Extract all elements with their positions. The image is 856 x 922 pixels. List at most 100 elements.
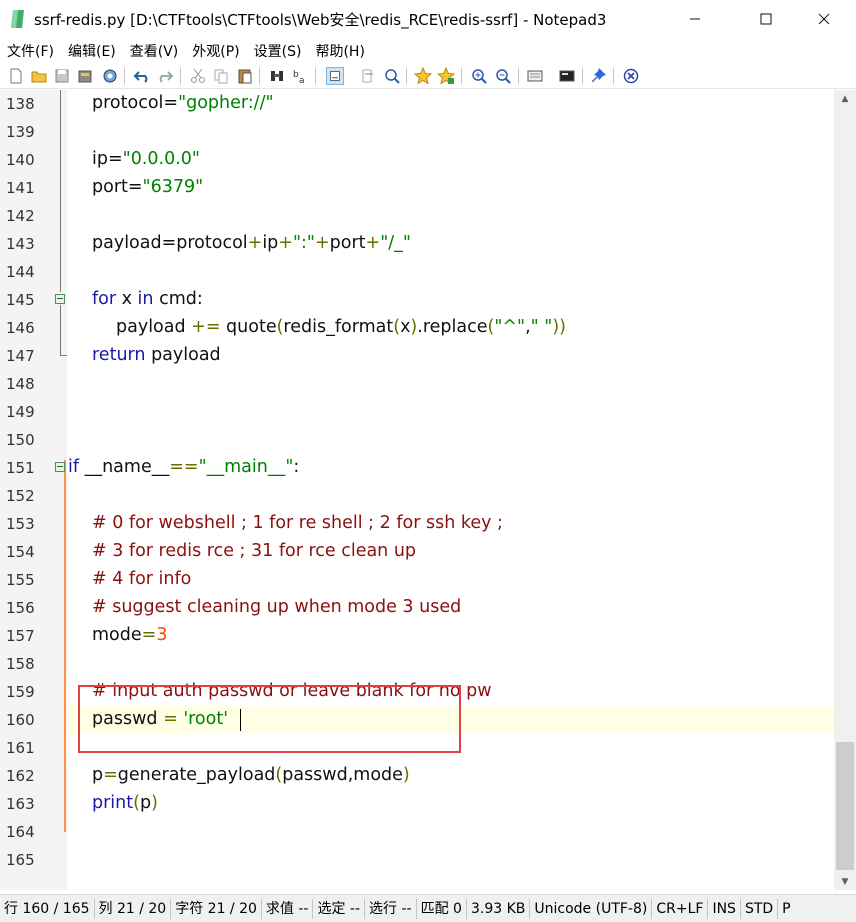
save-icon[interactable]	[53, 67, 71, 85]
menu-file[interactable]: 文件(F)	[7, 41, 54, 61]
line-number: 163	[6, 795, 35, 813]
pin-icon[interactable]	[590, 67, 608, 85]
toolbar-separator	[518, 68, 519, 84]
menu-appearance[interactable]: 外观(P)	[192, 41, 239, 61]
line-number: 160	[6, 711, 35, 729]
status-match[interactable]: 匹配 0	[417, 898, 467, 919]
line-number: 146	[6, 319, 35, 337]
status-eol[interactable]: CR+LF	[652, 898, 709, 919]
line-number: 154	[6, 543, 35, 561]
line-number: 148	[6, 375, 35, 393]
line-number: 152	[6, 487, 35, 505]
code-line-163: print(p)	[92, 793, 158, 813]
menu-settings[interactable]: 设置(S)	[254, 41, 302, 61]
line-number: 145	[6, 291, 35, 309]
status-column[interactable]: 列 21 / 20	[95, 898, 172, 919]
add-favorite-icon[interactable]	[437, 67, 455, 85]
code-line-146: payload += quote(redis_format(x).replace…	[116, 317, 566, 337]
status-eval[interactable]: 求值 --	[262, 898, 314, 919]
maximize-button[interactable]	[743, 0, 789, 38]
toolbar-separator	[406, 68, 407, 84]
toolbar-separator	[582, 68, 583, 84]
minimize-button[interactable]	[672, 0, 718, 38]
customize-schemes-icon[interactable]	[558, 67, 576, 85]
open-folder-icon[interactable]	[30, 67, 48, 85]
status-encoding[interactable]: Unicode (UTF-8)	[530, 898, 653, 919]
status-std[interactable]: STD	[741, 898, 779, 919]
notepad3-app-icon	[11, 10, 24, 28]
line-number: 150	[6, 431, 35, 449]
line-number: 140	[6, 151, 35, 169]
scrollbar-thumb[interactable]	[836, 742, 854, 870]
line-number: 157	[6, 627, 35, 645]
fold-toggle-for[interactable]	[55, 294, 65, 304]
code-line-153: # 0 for webshell ; 1 for re shell ; 2 fo…	[92, 513, 503, 533]
line-number: 144	[6, 263, 35, 281]
fold-end-marker	[60, 355, 67, 356]
undo-icon[interactable]	[133, 67, 151, 85]
view-scheme-icon[interactable]	[526, 67, 544, 85]
menu-view[interactable]: 查看(V)	[130, 41, 179, 61]
line-number: 138	[6, 95, 35, 113]
line-number: 156	[6, 599, 35, 617]
toolbar: ba	[0, 63, 856, 89]
scroll-up-arrow-icon[interactable]: ▲	[834, 90, 856, 107]
zoom-in-icon[interactable]	[470, 67, 488, 85]
toolbar-separator	[613, 68, 614, 84]
minimize-icon	[690, 18, 700, 20]
code-line-138: protocol="gopher://"	[92, 93, 274, 113]
close-icon	[818, 13, 830, 25]
menu-edit[interactable]: 编辑(E)	[68, 41, 116, 61]
toolbar-separator	[180, 68, 181, 84]
code-line-147: return payload	[92, 345, 221, 365]
copy-icon[interactable]	[212, 67, 230, 85]
status-lexer[interactable]: P	[778, 899, 794, 919]
favorite-icon[interactable]	[414, 67, 432, 85]
status-character[interactable]: 字符 21 / 20	[171, 898, 262, 919]
status-selection[interactable]: 选定 --	[313, 898, 366, 919]
code-line-143: payload=protocol+ip+":"+port+"/_"	[92, 233, 411, 253]
line-number: 164	[6, 823, 35, 841]
code-line-140: ip="0.0.0.0"	[92, 149, 200, 169]
title-bar: ssrf-redis.py [D:\CTFtools\CTFtools\Web安…	[0, 0, 856, 38]
redo-icon[interactable]	[156, 67, 174, 85]
fold-guide	[60, 305, 61, 355]
status-selected-lines[interactable]: 选行 --	[365, 898, 417, 919]
maximize-icon	[760, 13, 772, 25]
code-line-155: # 4 for info	[92, 569, 192, 589]
code-line-151: if __name__=="__main__":	[68, 457, 300, 477]
fold-guide	[60, 90, 61, 292]
zoom-find-icon[interactable]	[383, 67, 401, 85]
toolbar-separator	[124, 68, 125, 84]
line-number: 139	[6, 123, 35, 141]
replace-icon[interactable]: ba	[291, 67, 309, 85]
line-number: 147	[6, 347, 35, 365]
status-line[interactable]: 行 160 / 165	[0, 898, 95, 919]
menu-help[interactable]: 帮助(H)	[315, 41, 364, 61]
word-wrap-icon[interactable]	[326, 67, 344, 85]
exit-icon[interactable]	[622, 67, 640, 85]
find-icon[interactable]	[268, 67, 286, 85]
vertical-scrollbar[interactable]: ▲ ▼	[834, 90, 856, 890]
save-as-icon[interactable]	[76, 67, 94, 85]
menu-bar: 文件(F) 编辑(E) 查看(V) 外观(P) 设置(S) 帮助(H)	[0, 38, 856, 63]
line-number: 155	[6, 571, 35, 589]
paste-icon[interactable]	[236, 67, 254, 85]
window-title: ssrf-redis.py [D:\CTFtools\CTFtools\Web安…	[34, 11, 607, 29]
fold-toggle-main[interactable]	[55, 462, 65, 472]
status-insert-mode[interactable]: INS	[708, 898, 741, 919]
zoom-out-icon[interactable]	[494, 67, 512, 85]
toolbar-separator	[315, 68, 316, 84]
cut-icon[interactable]	[189, 67, 207, 85]
scroll-down-arrow-icon[interactable]: ▼	[834, 873, 856, 890]
line-number: 151	[6, 459, 35, 477]
goto-icon[interactable]	[359, 67, 377, 85]
code-line-162: p=generate_payload(passwd,mode)	[92, 765, 410, 785]
code-editor[interactable]: 138 139 140 141 142 143 144 145 146 147 148 149 150 1…	[0, 90, 856, 890]
change-history-marker	[64, 460, 66, 832]
new-file-icon[interactable]	[7, 67, 25, 85]
line-number: 143	[6, 235, 35, 253]
line-number: 159	[6, 683, 35, 701]
browse-icon[interactable]	[101, 67, 119, 85]
close-button[interactable]	[801, 0, 847, 38]
